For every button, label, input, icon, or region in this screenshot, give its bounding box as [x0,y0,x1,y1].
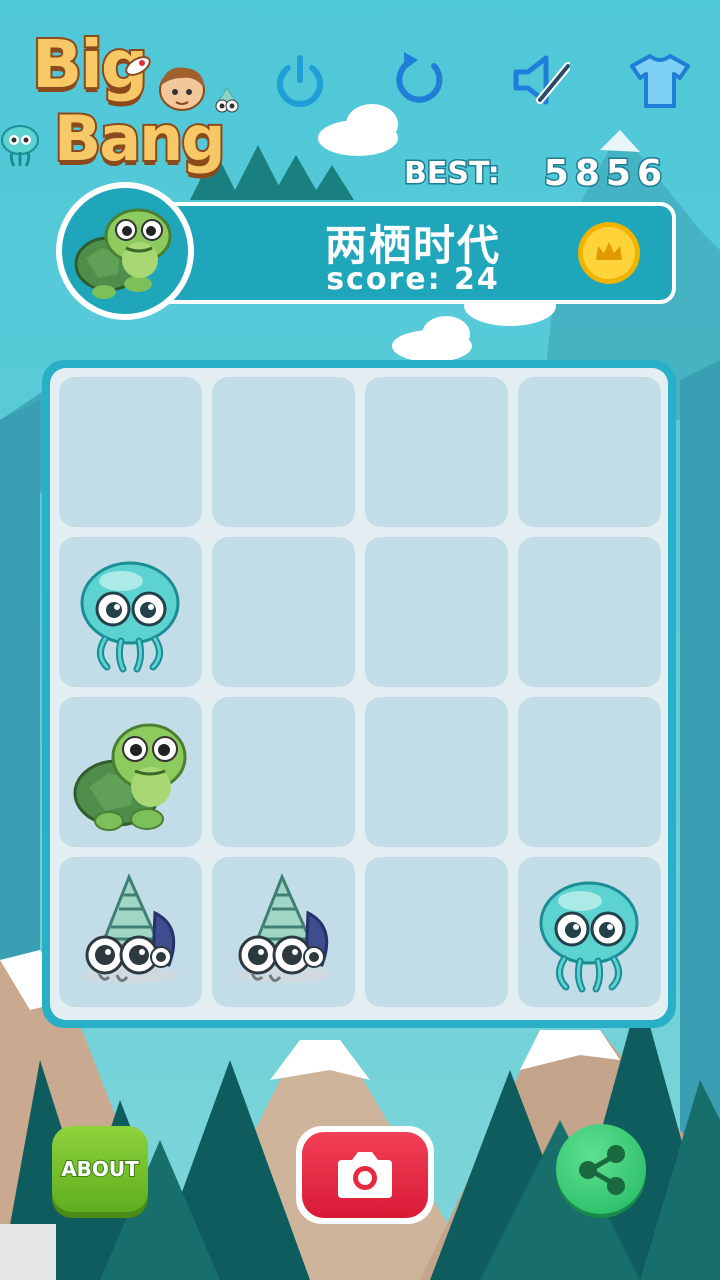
jellyfish-icon [539,881,639,993]
current-era-avatar [56,182,194,320]
about-button-label: ABOUT [60,1156,140,1182]
hermit-crab-icon [234,873,330,983]
board-tile[interactable] [518,697,661,847]
board-tile[interactable] [365,697,508,847]
share-icon [579,1145,625,1195]
board-tile[interactable] [365,377,508,527]
small-squid-icon [215,87,239,113]
small-jellyfish-icon [1,125,39,167]
shirt-icon [630,54,690,108]
best-score: BEST: 5856 [403,150,668,196]
board-tile[interactable] [518,377,661,527]
camera-icon [338,1152,392,1198]
screenshot-button[interactable] [296,1126,434,1224]
turtle-icon [73,723,187,831]
board-tile[interactable] [59,697,202,847]
caveman-mascot-icon [159,67,205,111]
board-tile[interactable] [365,537,508,687]
board-tile[interactable] [212,857,355,1007]
restart-button[interactable] [390,50,450,110]
board-tile[interactable] [212,537,355,687]
corner-overlay [0,1224,56,1280]
game-board [42,360,676,1028]
board-tile[interactable] [212,697,355,847]
screenshot-button-face [302,1132,428,1218]
board-tile[interactable] [59,537,202,687]
about-button[interactable]: ABOUT [52,1126,148,1212]
power-icon [277,55,323,107]
board-tile[interactable] [518,537,661,687]
board-tile[interactable] [59,857,202,1007]
game-logo: Big Bang [24,18,244,188]
jellyfish-icon [80,561,180,673]
power-button[interactable] [270,50,330,110]
best-score-value: 5856 [542,151,668,195]
sound-toggle-button[interactable] [510,50,572,110]
best-score-label: BEST: [403,154,502,192]
board-tile[interactable] [59,377,202,527]
status-banner: 两栖时代 score: 24 [150,202,676,304]
board-grid [50,368,668,1020]
rocket-icon [125,56,151,76]
hermit-crab-icon [81,873,177,983]
restart-icon [396,52,443,103]
crown-coin-button[interactable] [576,220,642,286]
board-tile[interactable] [212,377,355,527]
skin-shop-button[interactable] [630,50,690,110]
board-tile[interactable] [365,857,508,1007]
share-button[interactable] [556,1124,646,1214]
sound-muted-icon [513,55,572,105]
turtle-icon [74,208,172,299]
board-tile[interactable] [518,857,661,1007]
